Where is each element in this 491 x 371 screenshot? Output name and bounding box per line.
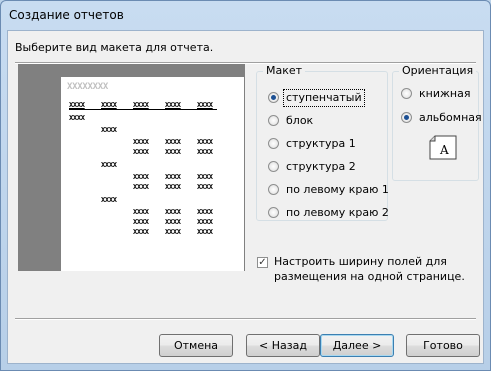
report-wizard-window: Создание отчетов Выберите вид макета для…	[0, 0, 491, 371]
page-icon-letter: A	[439, 143, 449, 157]
next-button[interactable]: Далее >	[320, 334, 394, 357]
preview-col-header-2: XXXX	[101, 101, 117, 109]
layout-prompt: Выберите вид макета для отчета.	[15, 41, 214, 54]
dialog-client-area: Выберите вид макета для отчета. XXXXXXXX…	[7, 30, 484, 364]
window-title: Создание отчетов	[9, 8, 124, 22]
checkmark-icon: ✓	[257, 257, 268, 268]
back-button[interactable]: < Назад	[246, 334, 320, 357]
preview-detail-cell: XXXX	[133, 208, 149, 216]
preview-page: XXXXXXXX XXXX XXXX XXXX XXXX XXXX XXXX X…	[61, 77, 244, 271]
preview-detail-cell: XXXX	[197, 148, 213, 156]
finish-button[interactable]: Готово	[406, 334, 480, 357]
preview-group-label: XXXX	[69, 114, 85, 122]
title-bar: Создание отчетов	[1, 1, 490, 29]
preview-col-header-4: XXXX	[165, 101, 181, 109]
fit-label-line2: размещения на одной странице.	[274, 270, 465, 283]
preview-subgroup-label: XXXX	[101, 126, 117, 134]
radio-icon	[268, 184, 279, 195]
preview-detail-cell: XXXX	[165, 183, 181, 191]
preview-detail-cell: XXXX	[165, 228, 181, 236]
radio-selected-icon	[268, 92, 279, 103]
preview-detail-cell: XXXX	[133, 228, 149, 236]
radio-icon	[268, 115, 279, 126]
preview-detail-cell: XXXX	[133, 148, 149, 156]
preview-detail-cell: XXXX	[197, 173, 213, 181]
preview-detail-cell: XXXX	[197, 183, 213, 191]
preview-detail-cell: XXXX	[133, 183, 149, 191]
preview-report-title: XXXXXXXX	[67, 82, 108, 92]
orientation-groupbox: Ориентация книжная альбомная A	[392, 64, 482, 181]
bottom-separator	[15, 318, 476, 320]
radio-icon	[268, 207, 279, 218]
preview-detail-cell: XXXX	[165, 208, 181, 216]
preview-detail-cell: XXXX	[133, 218, 149, 226]
preview-detail-cell: XXXX	[197, 208, 213, 216]
preview-col-header-1: XXXX	[69, 101, 85, 109]
preview-detail-cell: XXXX	[197, 138, 213, 146]
radio-icon	[268, 161, 279, 172]
preview-detail-cell: XXXX	[197, 228, 213, 236]
radio-selected-icon	[401, 112, 412, 123]
landscape-page-icon: A	[429, 135, 457, 160]
fit-label-line1: Настроить ширину полей для	[274, 255, 447, 268]
radio-icon	[401, 88, 412, 99]
layout-group-title: Макет	[263, 64, 306, 77]
preview-detail-cell: XXXX	[165, 173, 181, 181]
preview-detail-cell: XXXX	[197, 218, 213, 226]
preview-col-header-3: XXXX	[133, 101, 149, 109]
preview-detail-cell: XXXX	[133, 173, 149, 181]
preview-col-header-5: XXXX	[197, 101, 213, 109]
preview-subgroup-label: XXXX	[101, 196, 117, 204]
layout-preview: XXXXXXXX XXXX XXXX XXXX XXXX XXXX XXXX X…	[18, 64, 245, 271]
preview-header-rule	[69, 109, 217, 110]
cancel-button[interactable]: Отмена	[159, 334, 233, 357]
preview-detail-cell: XXXX	[165, 218, 181, 226]
orientation-group-title: Ориентация	[399, 64, 477, 77]
preview-subgroup-label: XXXX	[101, 161, 117, 169]
radio-icon	[268, 138, 279, 149]
preview-detail-cell: XXXX	[165, 148, 181, 156]
layout-groupbox: Макет ступенчатый блок структура 1 струк…	[256, 64, 389, 221]
preview-detail-cell: XXXX	[165, 138, 181, 146]
preview-detail-cell: XXXX	[133, 138, 149, 146]
